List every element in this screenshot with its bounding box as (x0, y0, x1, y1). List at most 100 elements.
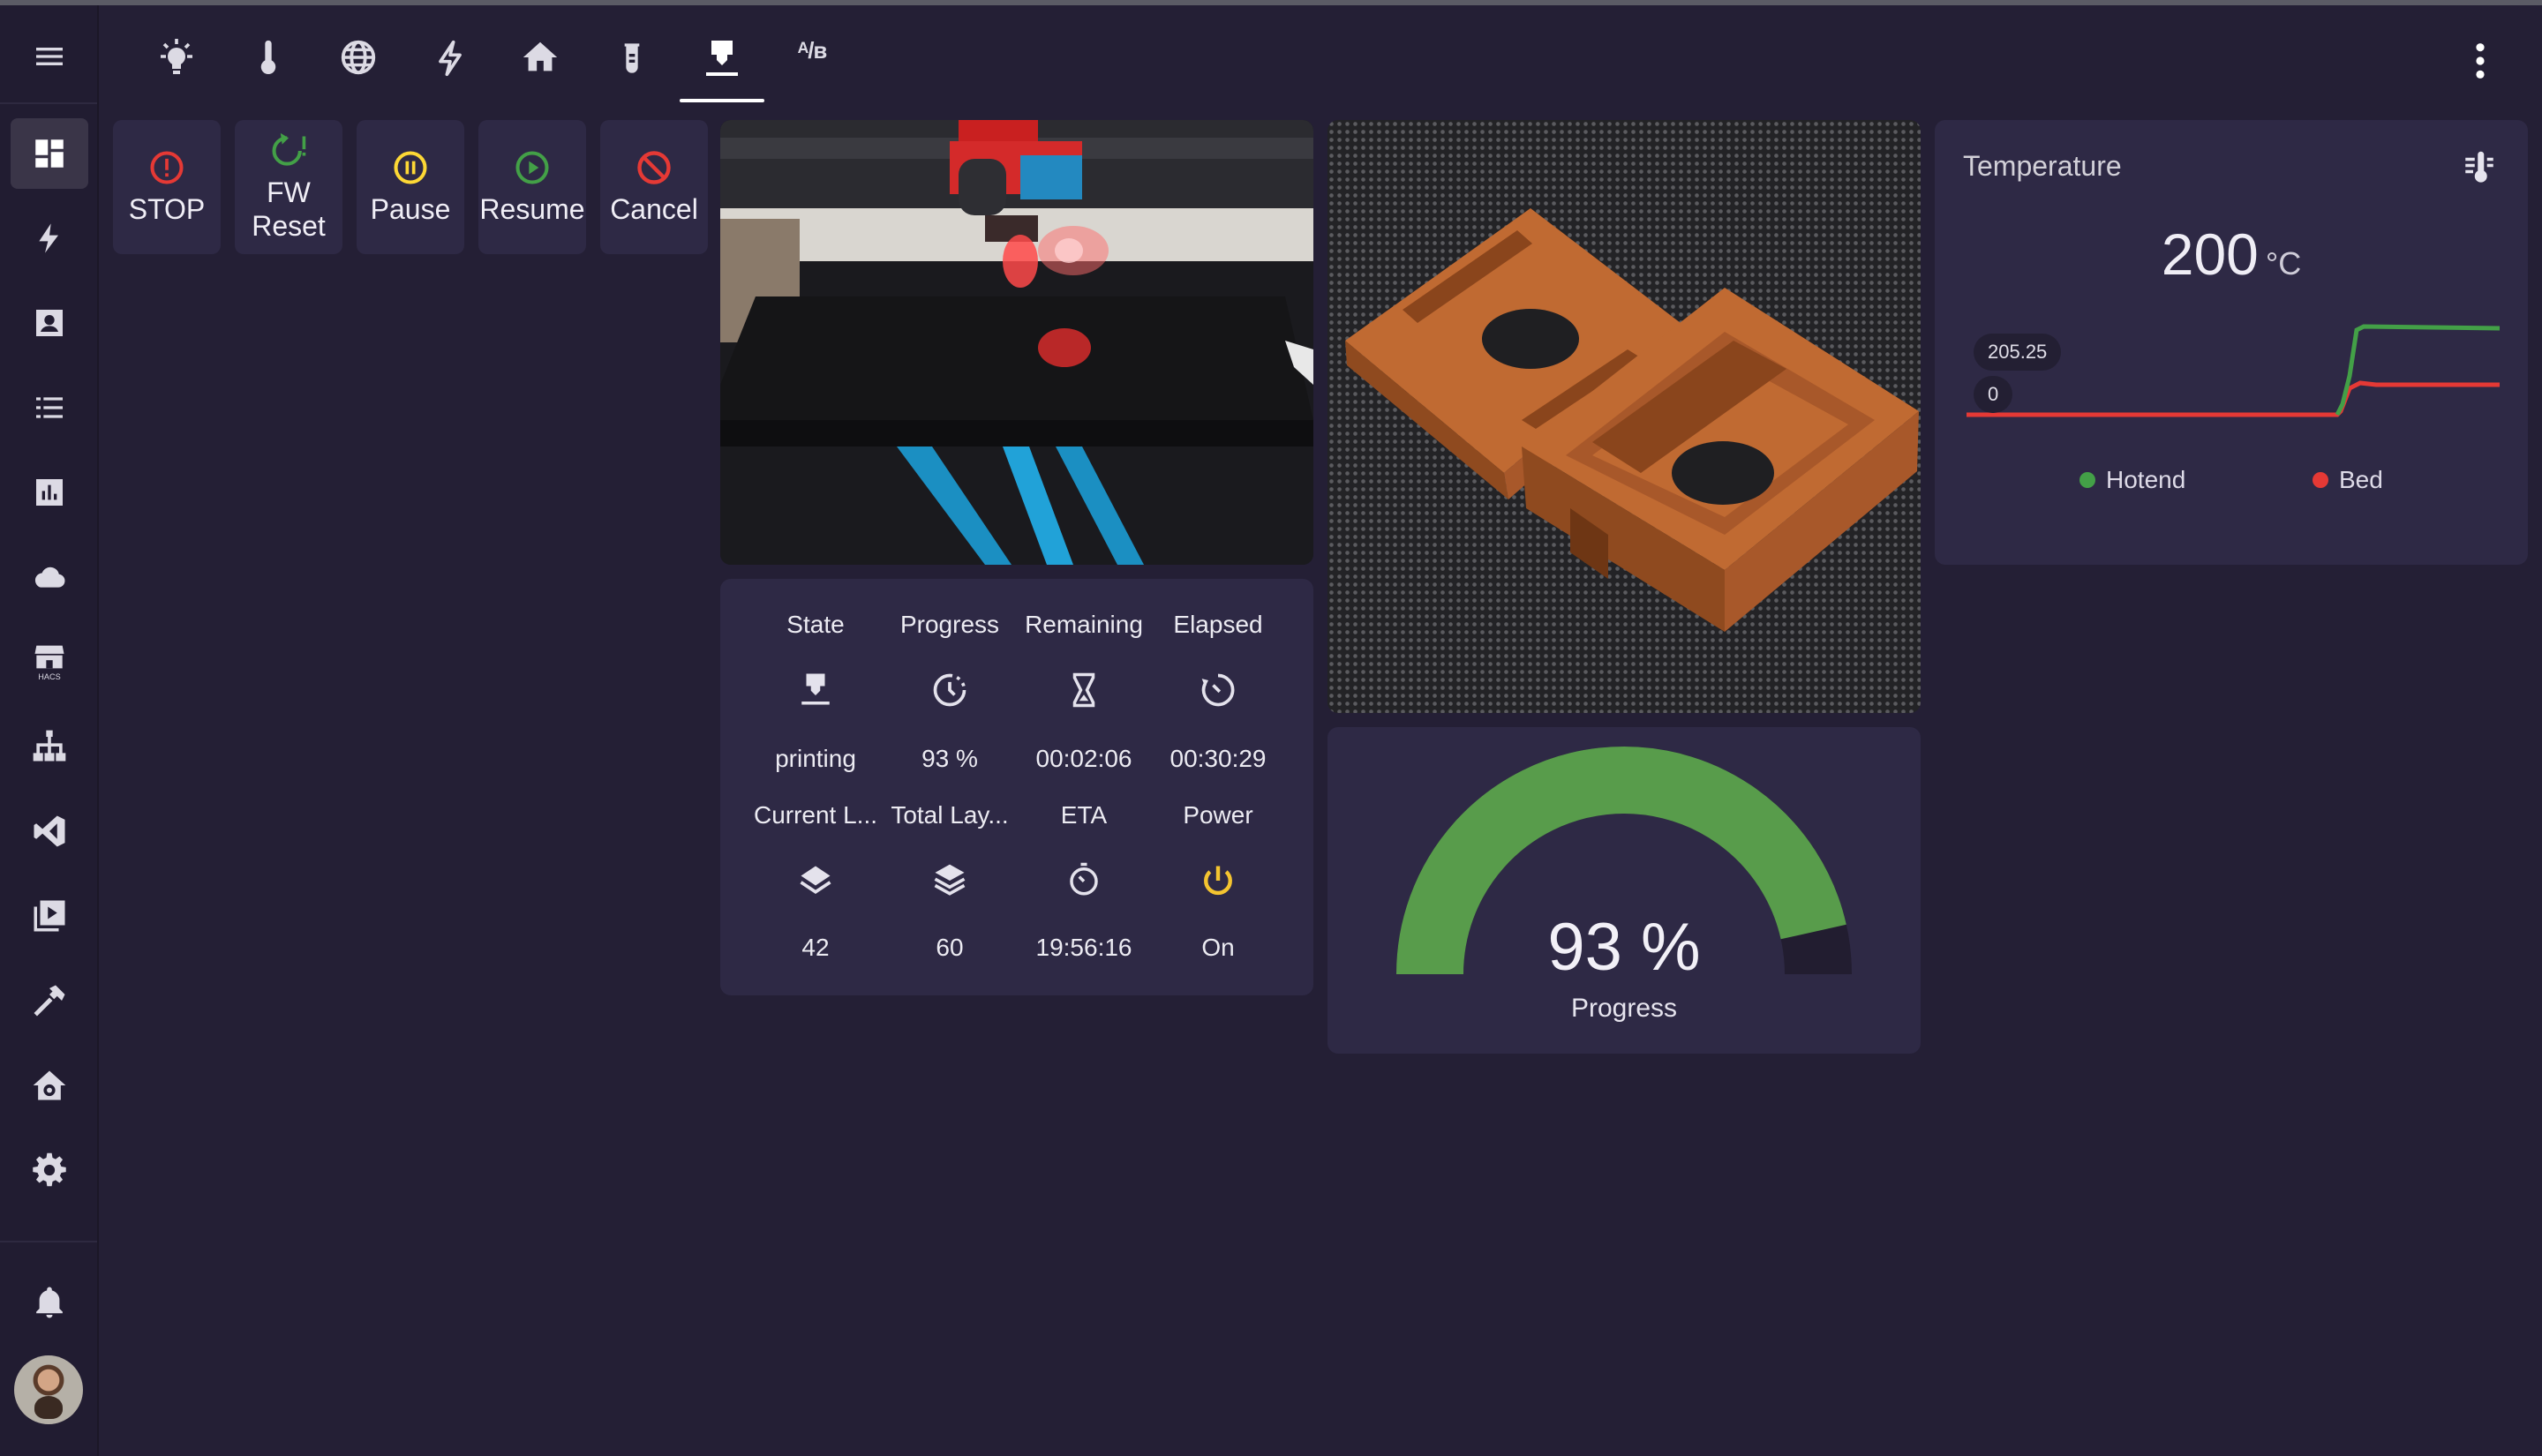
overflow-menu-button[interactable] (2471, 41, 2489, 86)
sidebar-item-cloud[interactable] (11, 542, 88, 612)
home-cog-icon (33, 1070, 66, 1100)
sidebar-item-home-settings[interactable] (11, 1050, 88, 1121)
timer-icon (1017, 861, 1151, 898)
hotend-dot (2079, 472, 2095, 488)
progress-value: 93 % (921, 745, 978, 772)
sidebar-item-overview[interactable] (11, 118, 88, 189)
sidebar-item-code-editor[interactable] (11, 796, 88, 867)
sidebar: HACS (0, 5, 99, 1456)
sidebar-item-energy[interactable] (11, 203, 88, 274)
current-layer-value: 42 (801, 934, 830, 961)
menu-toggle-button[interactable] (11, 21, 88, 92)
notifications-button[interactable] (11, 1267, 88, 1338)
ab-icon: ᴬ/ʙ (797, 37, 828, 64)
legend-bed: Bed (2313, 466, 2383, 494)
hourglass-icon (1017, 671, 1151, 709)
remaining-value: 00:02:06 (1035, 745, 1132, 772)
eta-value: 19:56:16 (1035, 934, 1132, 961)
layers-triple-icon (883, 861, 1017, 900)
vscode-icon (34, 815, 65, 847)
fw-reset-button[interactable]: FW Reset (235, 120, 342, 254)
legend-hotend: Hotend (2079, 466, 2185, 494)
dashboard-icon (35, 139, 64, 168)
tab-network[interactable] (325, 21, 392, 101)
graph-max-label: 205.25 (1974, 334, 2062, 371)
tab-ab[interactable]: ᴬ/ʙ (778, 21, 846, 101)
graph-min-label: 0 (1974, 376, 2013, 413)
bell-icon (36, 1287, 63, 1318)
tab-energy[interactable] (417, 21, 484, 101)
sidebar-item-network[interactable] (11, 711, 88, 782)
sidebar-divider (0, 1241, 97, 1242)
elapsed-heading: Elapsed (1173, 611, 1263, 638)
legend-hotend-label: Hotend (2106, 466, 2186, 493)
lightning-icon (39, 223, 58, 253)
sidebar-item-map[interactable] (11, 288, 88, 358)
gear-icon (33, 1152, 66, 1187)
temperature-card[interactable]: Temperature 200 °C 205.25 0 Hotend Bed (1935, 120, 2528, 565)
camera-feed[interactable] (720, 120, 1313, 565)
sidebar-item-hacs[interactable]: HACS (11, 627, 88, 697)
play-circle-icon (515, 151, 549, 184)
test-tube-icon (624, 43, 640, 73)
clock-progress-icon (883, 671, 1017, 709)
stop-button[interactable]: STOP (113, 120, 221, 254)
elapsed-value: 00:30:29 (1169, 745, 1267, 772)
state-heading: State (786, 611, 845, 638)
bed-line (1967, 380, 2500, 417)
power-value: On (1201, 934, 1235, 961)
total-layers-value: 60 (936, 934, 964, 961)
model-thumbnail[interactable] (1327, 120, 1921, 713)
hacs-icon: HACS (34, 645, 64, 681)
sidebar-item-history[interactable] (11, 457, 88, 528)
camera-image (720, 120, 1313, 565)
printer-nozzle-icon (748, 671, 883, 708)
sidebar-item-settings[interactable] (11, 1135, 88, 1205)
printer-3d-nozzle-icon (706, 41, 738, 76)
resume-label: Resume (479, 193, 585, 225)
cancel-icon (637, 151, 671, 184)
resume-button[interactable]: Resume (478, 120, 586, 254)
cloud-icon (34, 567, 65, 588)
view-tabs: ᴬ/ʙ (99, 5, 2542, 102)
current-layer-heading: Current L... (753, 801, 878, 829)
stop-label: STOP (128, 193, 206, 225)
tab-printer[interactable] (680, 21, 764, 102)
account-box-icon (36, 310, 63, 336)
sidebar-item-logbook[interactable] (11, 372, 88, 443)
bed-dot (2313, 472, 2328, 488)
remaining-heading: Remaining (1025, 611, 1143, 638)
home-icon (523, 41, 558, 71)
sidebar-divider (0, 102, 97, 104)
hotend-line (2335, 324, 2501, 417)
hammer-icon (34, 985, 65, 1017)
eta-heading: ETA (1060, 801, 1108, 829)
restart-alert-icon (272, 132, 306, 166)
dots-vertical-icon (2476, 43, 2485, 79)
gauge-value: 93 % (1547, 910, 1701, 985)
svg-text:HACS: HACS (38, 672, 60, 681)
state-value: printing (775, 745, 856, 772)
globe-icon (341, 40, 376, 75)
sidebar-item-media[interactable] (11, 881, 88, 951)
pause-button[interactable]: Pause (357, 120, 464, 254)
tab-home[interactable] (507, 21, 574, 101)
sitemap-icon (33, 730, 66, 762)
tab-climate[interactable] (235, 21, 302, 101)
tab-lab[interactable] (598, 21, 666, 101)
tab-lights[interactable] (143, 21, 210, 101)
alert-circle-icon (150, 151, 184, 184)
avatar[interactable] (14, 1355, 83, 1424)
progress-gauge-card[interactable]: 93 % Progress (1327, 727, 1921, 1054)
pause-circle-icon (394, 151, 427, 184)
cancel-button[interactable]: Cancel (600, 120, 708, 254)
timer-refresh-icon (1151, 671, 1285, 709)
print-stats-card: State Progress Remaining Elapsed printin… (720, 579, 1313, 995)
list-icon (36, 397, 63, 418)
total-layers-heading: Total Lay... (891, 801, 1009, 829)
lightbulb-on-icon (161, 39, 192, 74)
gauge-label: Progress (1570, 994, 1678, 1023)
sidebar-item-developer-tools[interactable] (11, 965, 88, 1036)
menu-icon (36, 48, 63, 65)
power-icon (1151, 861, 1285, 900)
